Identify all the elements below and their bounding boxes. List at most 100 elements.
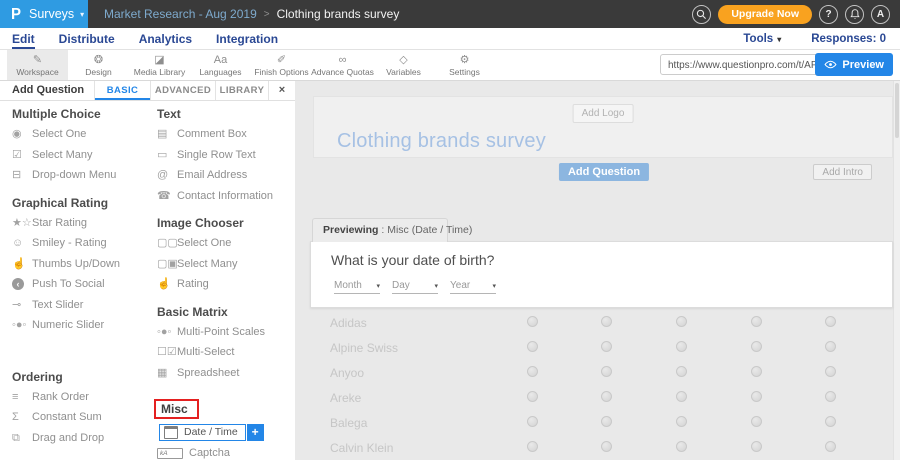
- tab-library[interactable]: LIBRARY: [215, 81, 268, 100]
- upgrade-now-button[interactable]: Upgrade Now: [718, 5, 812, 24]
- question-type-text-slider[interactable]: ⊸Text Slider: [12, 295, 147, 316]
- radio-button[interactable]: [601, 316, 612, 327]
- question-type-push-to-social[interactable]: ‹Push To Social: [12, 274, 147, 295]
- toolbar-finish-options[interactable]: ✐Finish Options: [251, 50, 312, 80]
- date-select-day[interactable]: Day▾: [392, 280, 438, 294]
- question-type-single-row-text[interactable]: ▭Single Row Text: [157, 145, 295, 166]
- search-button[interactable]: [692, 5, 711, 24]
- question-type-spreadsheet[interactable]: ▦Spreadsheet: [157, 363, 295, 384]
- canvas-scrollbar[interactable]: [893, 81, 900, 460]
- notifications-button[interactable]: [845, 5, 864, 24]
- radio-button[interactable]: [751, 316, 762, 327]
- radio-button[interactable]: [676, 366, 687, 377]
- question-type-multi-select[interactable]: ☐☑Multi-Select: [157, 342, 295, 363]
- radio-button[interactable]: [527, 441, 538, 452]
- question-type-select-many[interactable]: ▢▣Select Many: [157, 254, 295, 275]
- scrollbar-thumb[interactable]: [895, 83, 899, 138]
- radio-button[interactable]: [825, 391, 836, 402]
- account-avatar[interactable]: A: [871, 5, 890, 24]
- question-type-comment-box[interactable]: ▤Comment Box: [157, 124, 295, 145]
- toolbar-variables[interactable]: ◇Variables: [373, 50, 434, 80]
- question-type-constant-sum[interactable]: ΣConstant Sum: [12, 407, 147, 428]
- toolbar-workspace[interactable]: ✎Workspace: [7, 50, 68, 80]
- question-type-contact-information[interactable]: ☎Contact Information: [157, 186, 295, 207]
- survey-url-input[interactable]: [661, 56, 835, 75]
- radio-button[interactable]: [676, 416, 687, 427]
- radio-button[interactable]: [825, 441, 836, 452]
- question-type-numeric-slider[interactable]: ◦●◦Numeric Slider: [12, 315, 147, 336]
- date-select-month[interactable]: Month▾: [334, 280, 380, 294]
- preview-button[interactable]: Preview: [815, 53, 893, 76]
- question-type-select-one[interactable]: ▢▢Select One: [157, 233, 295, 254]
- question-type-date-time[interactable]: Date / Time+: [157, 421, 295, 443]
- tab-advanced[interactable]: ADVANCED: [150, 81, 215, 100]
- survey-title[interactable]: Clothing brands survey: [337, 130, 546, 153]
- breadcrumb-parent[interactable]: Market Research - Aug 2019: [104, 7, 257, 21]
- question-type-select-many[interactable]: ☑Select Many: [12, 145, 147, 166]
- toolbar-settings[interactable]: ⚙Settings: [434, 50, 495, 80]
- radio-button[interactable]: [601, 416, 612, 427]
- question-type-select-one[interactable]: ◉Select One: [12, 124, 147, 145]
- question-type-multi-point-scales[interactable]: ◦●◦Multi-Point Scales: [157, 322, 295, 343]
- radio-button[interactable]: [751, 366, 762, 377]
- nav-tab-edit[interactable]: Edit: [12, 28, 35, 49]
- close-panel-button[interactable]: ×: [268, 81, 295, 100]
- rank-order-icon: ≡: [12, 391, 32, 403]
- add-logo-button[interactable]: Add Logo: [573, 104, 634, 123]
- radio-button[interactable]: [601, 391, 612, 402]
- nav-tab-integration[interactable]: Integration: [216, 28, 278, 49]
- question-type-label: Contact Information: [177, 190, 273, 202]
- topbar-actions: Upgrade Now ? A: [692, 5, 890, 24]
- radio-button[interactable]: [825, 416, 836, 427]
- add-intro-button[interactable]: Add Intro: [813, 164, 872, 180]
- radio-button[interactable]: [601, 366, 612, 377]
- date-time-box[interactable]: Date / Time: [159, 424, 246, 441]
- question-type-email-address[interactable]: @Email Address: [157, 165, 295, 186]
- question-type-rank-order[interactable]: ≡Rank Order: [12, 387, 147, 408]
- question-type-thumbs-up-down[interactable]: ☝Thumbs Up/Down: [12, 254, 147, 275]
- matrix-cell: [644, 364, 719, 382]
- question-type-smiley-rating[interactable]: ☺Smiley - Rating: [12, 233, 147, 254]
- toolbar-media-library[interactable]: ◪Media Library: [129, 50, 190, 80]
- nav-tab-distribute[interactable]: Distribute: [59, 28, 115, 49]
- add-question-button[interactable]: Add Question: [559, 163, 649, 181]
- radio-button[interactable]: [601, 341, 612, 352]
- help-button[interactable]: ?: [819, 5, 838, 24]
- radio-button[interactable]: [751, 441, 762, 452]
- toolbar-item-label: Advance Quotas: [311, 67, 374, 77]
- radio-button[interactable]: [825, 366, 836, 377]
- radio-button[interactable]: [676, 341, 687, 352]
- radio-button[interactable]: [676, 316, 687, 327]
- radio-button[interactable]: [751, 416, 762, 427]
- radio-button[interactable]: [527, 391, 538, 402]
- surveys-menu[interactable]: P Surveys ▾: [0, 0, 88, 28]
- product-name: Surveys: [29, 7, 74, 21]
- tools-label: Tools: [743, 33, 773, 45]
- toolbar-languages[interactable]: AaLanguages: [190, 50, 251, 80]
- radio-button[interactable]: [825, 316, 836, 327]
- question-type-captcha[interactable]: kACaptcha: [157, 443, 295, 460]
- radio-button[interactable]: [751, 341, 762, 352]
- radio-button[interactable]: [676, 441, 687, 452]
- add-date-time-button[interactable]: +: [247, 424, 264, 441]
- radio-button[interactable]: [751, 391, 762, 402]
- radio-button[interactable]: [825, 341, 836, 352]
- radio-button[interactable]: [527, 316, 538, 327]
- nav-tab-analytics[interactable]: Analytics: [139, 28, 192, 49]
- radio-button[interactable]: [676, 391, 687, 402]
- radio-button[interactable]: [527, 416, 538, 427]
- radio-button[interactable]: [527, 366, 538, 377]
- tools-menu[interactable]: Tools▾: [743, 33, 781, 45]
- question-type-rating[interactable]: ☝Rating: [157, 274, 295, 295]
- question-type-label: Comment Box: [177, 128, 247, 140]
- tab-basic[interactable]: BASIC: [94, 81, 150, 100]
- date-select-year[interactable]: Year▾: [450, 280, 496, 294]
- responses-count[interactable]: Responses: 0: [811, 33, 886, 45]
- question-type-star-rating[interactable]: ★☆Star Rating: [12, 213, 147, 234]
- radio-button[interactable]: [527, 341, 538, 352]
- question-type-drag-and-drop[interactable]: ⧉Drag and Drop: [12, 428, 147, 449]
- toolbar-design[interactable]: ❂Design: [68, 50, 129, 80]
- toolbar-advance-quotas[interactable]: ∞Advance Quotas: [312, 50, 373, 80]
- radio-button[interactable]: [601, 441, 612, 452]
- question-type-drop-down-menu[interactable]: ⊟Drop-down Menu: [12, 165, 147, 186]
